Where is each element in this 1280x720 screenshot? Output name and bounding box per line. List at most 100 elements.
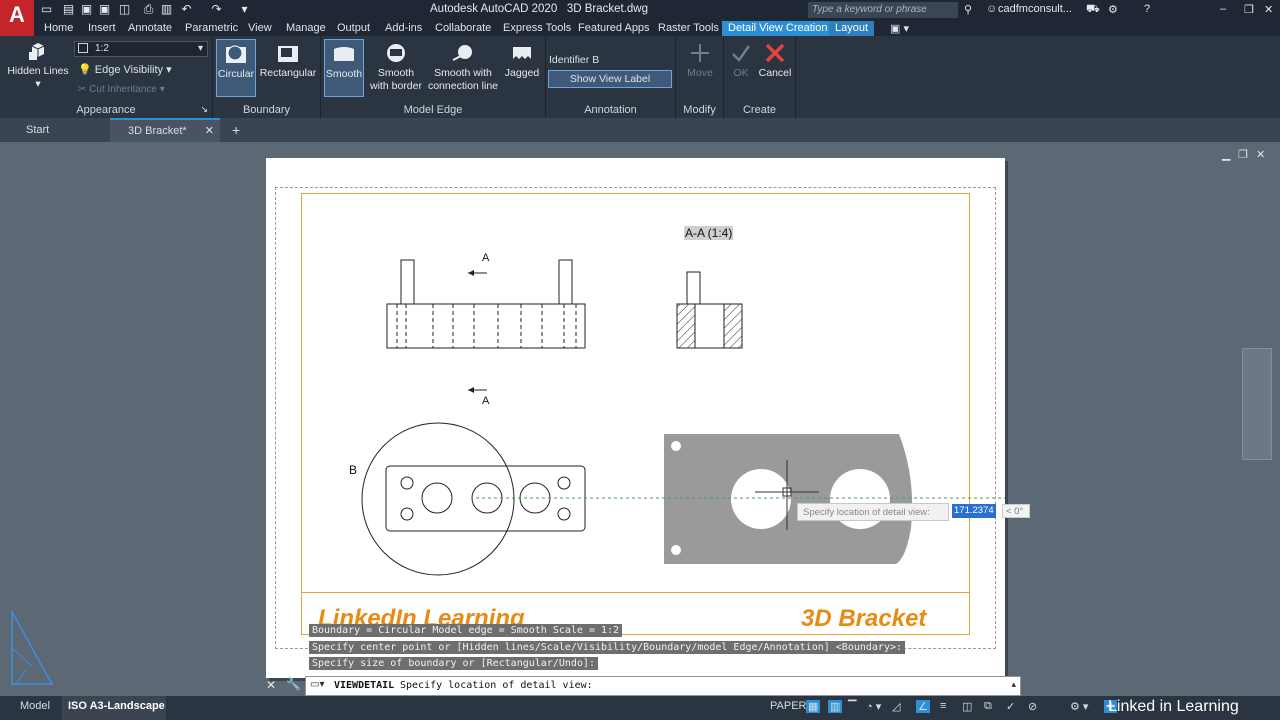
minimize-icon[interactable]: –: [1220, 3, 1226, 15]
help-icon[interactable]: ?: [1144, 3, 1150, 15]
tab-collaborate[interactable]: Collaborate: [435, 22, 491, 34]
command-prompt: Specify location of detail view:: [400, 680, 593, 691]
save-icon[interactable]: ▣: [80, 3, 93, 16]
tab-home[interactable]: Home: [44, 22, 73, 34]
restore-icon[interactable]: ❐: [1244, 3, 1254, 16]
tab-start[interactable]: Start: [26, 124, 49, 136]
command-history-toggle-icon[interactable]: ▴: [1011, 679, 1016, 690]
navigation-bar[interactable]: [1242, 348, 1272, 460]
cancel-button[interactable]: Cancel: [756, 42, 794, 80]
viewport-minimize-icon[interactable]: ▁: [1222, 148, 1230, 161]
customize-qa-icon[interactable]: ▾: [238, 3, 251, 16]
tab-annotate[interactable]: Annotate: [128, 22, 172, 34]
circular-button[interactable]: Circular: [216, 39, 256, 97]
a360-icon[interactable]: ⚙: [1108, 3, 1118, 16]
ok-button[interactable]: OK: [726, 42, 756, 80]
object-snap-icon[interactable]: ◿: [892, 700, 900, 713]
tab-insert[interactable]: Insert: [88, 22, 116, 34]
tab-3d-bracket-label: 3D Bracket*: [128, 125, 187, 137]
user-icon[interactable]: ☺: [986, 3, 997, 15]
panel-annotation: Identifier B Show View Label Annotation: [546, 36, 676, 118]
plot-preview-icon[interactable]: ▥: [160, 3, 173, 16]
smooth-with-border-button[interactable]: Smooth with border: [367, 42, 425, 93]
smooth-label: Smooth: [325, 68, 363, 80]
new-tab-icon[interactable]: +: [232, 122, 240, 138]
new-file-icon[interactable]: ▭: [40, 3, 53, 16]
undo-icon[interactable]: ↶: [180, 3, 193, 16]
ortho-icon[interactable]: ▔: [848, 700, 856, 713]
detail-identifier-label: B: [349, 463, 358, 477]
paper-space-toggle[interactable]: PAPER: [770, 700, 806, 712]
identifier-field[interactable]: Identifier B: [549, 54, 599, 66]
save-as-icon[interactable]: ▣: [98, 3, 111, 16]
smooth-with-connection-button[interactable]: Smooth with connection line: [427, 42, 499, 93]
drawing-canvas[interactable]: ▁ ❐ ✕ A-A (1:4) A A B LinkedIn Learning …: [0, 142, 1280, 696]
tab-parametric[interactable]: Parametric: [185, 22, 238, 34]
cut-inheritance-button[interactable]: ✂ Cut Inheritance ▾: [78, 84, 165, 95]
tab-output[interactable]: Output: [337, 22, 370, 34]
move-label: Move: [687, 67, 713, 79]
redo-icon[interactable]: ↷: [210, 3, 223, 16]
tab-iso-a3-landscape[interactable]: ISO A3-Landscape: [62, 696, 166, 720]
command-line-input[interactable]: ▭▾ VIEWDETAIL Specify location of detail…: [305, 676, 1021, 696]
close-icon[interactable]: ✕: [1264, 3, 1273, 16]
annotation-scale-icon[interactable]: ⊘: [1028, 700, 1037, 713]
rectangular-button[interactable]: Rectangular: [259, 42, 317, 80]
jagged-button[interactable]: Jagged: [501, 42, 543, 80]
command-name: VIEWDETAIL: [334, 680, 395, 691]
viewport-restore-icon[interactable]: ❐: [1238, 148, 1248, 161]
tab-featured-apps[interactable]: Featured Apps: [578, 22, 650, 34]
open-folder-icon[interactable]: ▤: [62, 3, 75, 16]
user-name[interactable]: cadfmconsult...: [998, 3, 1072, 15]
video-icon[interactable]: ▣ ▾: [890, 22, 909, 35]
ribbon: Hidden Lines ▾ 1:2 ▾ 💡 Edge Visibility ▾ ✂…: [0, 36, 1280, 118]
hidden-lines-button[interactable]: Hidden Lines ▾: [6, 40, 70, 91]
polar-icon[interactable]: ◔ ▾: [866, 700, 881, 713]
smooth-border-label-2: with border: [370, 80, 422, 92]
ucs-icon: [11, 609, 54, 685]
close-tab-icon[interactable]: ✕: [205, 124, 214, 137]
osnap-tracking-icon[interactable]: ∠: [916, 700, 930, 713]
lineweight-icon[interactable]: ≡: [940, 700, 946, 712]
panel-launcher-icon[interactable]: ↘: [200, 104, 208, 115]
tab-model[interactable]: Model: [20, 700, 50, 712]
search-input[interactable]: Type a keyword or phrase: [808, 2, 958, 18]
scale-icon: [78, 43, 88, 53]
smooth-connection-label-2: connection line: [427, 80, 499, 92]
section-marker-a-top: A: [482, 252, 490, 264]
tab-manage[interactable]: Manage: [286, 22, 326, 34]
plot-icon[interactable]: ⎙: [142, 3, 155, 16]
customize-command-icon[interactable]: 🔧: [286, 677, 301, 691]
grid-icon[interactable]: ▦: [806, 700, 821, 713]
scale-select[interactable]: 1:2 ▾: [74, 41, 208, 57]
workspace-gear-icon[interactable]: ⚙ ▾: [1070, 700, 1088, 713]
move-button[interactable]: Move: [680, 42, 720, 80]
tab-addins[interactable]: Add-ins: [385, 22, 422, 34]
tab-detail-view-creation[interactable]: Detail View Creation: [722, 21, 834, 36]
section-marker-a-bottom: A: [482, 395, 490, 407]
binoculars-icon[interactable]: ⚲: [964, 3, 972, 16]
viewport-close-icon[interactable]: ✕: [1256, 148, 1265, 161]
tab-3d-bracket[interactable]: 3D Bracket* ✕: [110, 118, 220, 142]
top-view: [361, 422, 586, 576]
tab-layout[interactable]: Layout: [829, 21, 875, 36]
tab-raster-tools[interactable]: Raster Tools: [658, 22, 719, 34]
edge-visibility-button[interactable]: 💡 Edge Visibility ▾: [78, 63, 172, 76]
dynamic-input-value[interactable]: 171.2374: [952, 504, 996, 518]
web-mobile-icon[interactable]: ◫: [118, 3, 131, 16]
annotation-monitor-icon[interactable]: ✓: [1006, 700, 1015, 713]
cart-icon[interactable]: ⛟: [1086, 3, 1100, 17]
autocad-logo-icon[interactable]: A: [0, 0, 34, 36]
transparency-icon[interactable]: ◫: [962, 700, 972, 713]
tab-view[interactable]: View: [248, 22, 272, 34]
tab-express-tools[interactable]: Express Tools: [503, 22, 571, 34]
snap-icon[interactable]: ▥: [828, 700, 843, 713]
circular-label: Circular: [217, 68, 255, 80]
rectangular-boundary-icon: [278, 46, 298, 62]
smooth-connection-label-1: Smooth with: [434, 67, 492, 79]
smooth-button[interactable]: Smooth: [324, 39, 364, 97]
command-line-close-icon[interactable]: ✕: [266, 678, 276, 692]
selection-cycling-icon[interactable]: ⧉: [984, 700, 992, 713]
show-view-label-button[interactable]: Show View Label: [548, 70, 672, 88]
dynamic-input-angle[interactable]: < 0°: [1002, 504, 1030, 518]
